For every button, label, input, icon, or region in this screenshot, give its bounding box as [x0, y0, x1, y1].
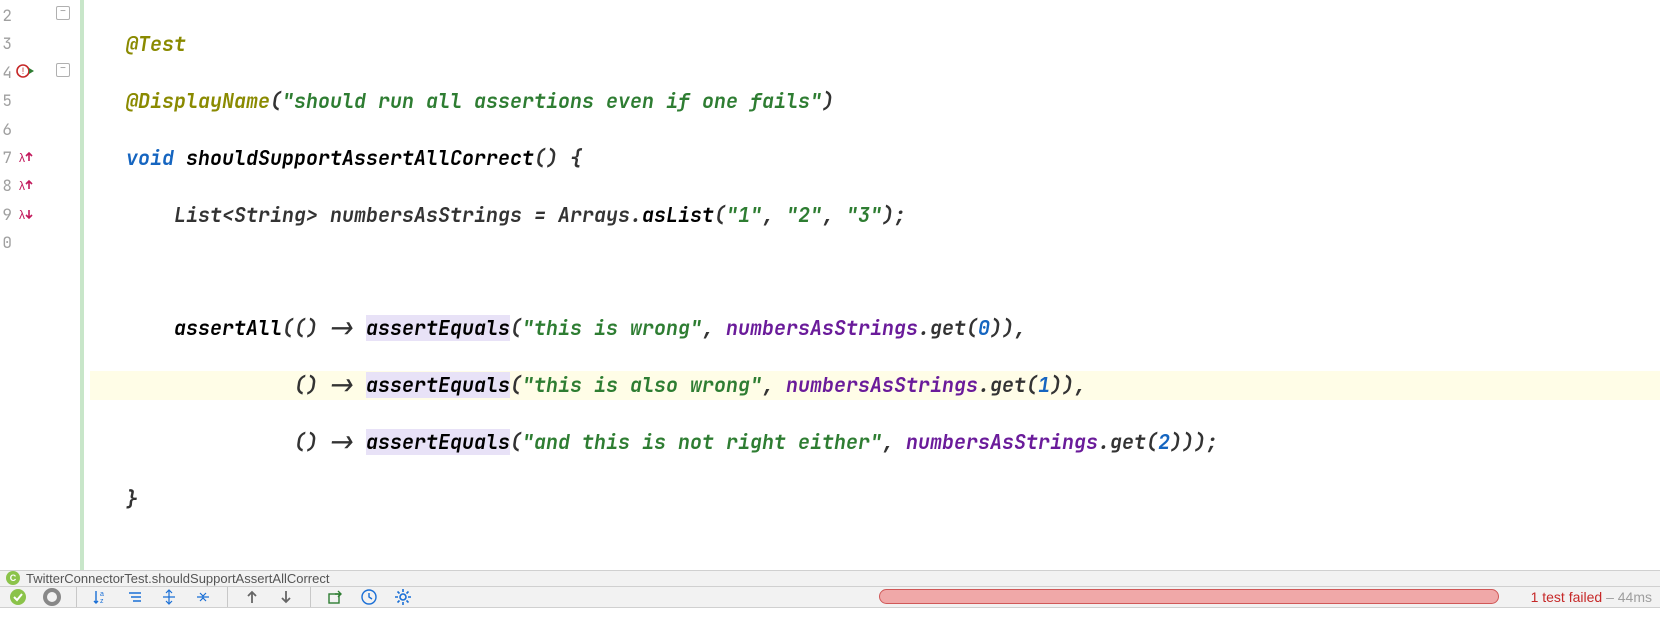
show-passed-button[interactable] — [8, 587, 28, 607]
fold-toggle-icon[interactable]: − — [56, 63, 70, 77]
history-button[interactable] — [359, 587, 379, 607]
sort-button[interactable]: az — [91, 587, 111, 607]
breadcrumb[interactable]: C TwitterConnectorTest.shouldSupportAsse… — [0, 570, 1660, 587]
class-icon: C — [6, 571, 20, 585]
run-error-icon[interactable]: ! — [16, 62, 44, 82]
breadcrumb-text: TwitterConnectorTest.shouldSupportAssert… — [26, 571, 329, 586]
vcs-change-marker — [80, 0, 84, 570]
lambda-up-icon[interactable]: λ — [16, 176, 44, 196]
svg-text:!: ! — [22, 66, 25, 76]
svg-text:λ: λ — [19, 208, 25, 222]
show-ignored-button[interactable] — [42, 587, 62, 607]
annotation-test: @Test — [126, 31, 186, 57]
fold-toggle-icon[interactable]: − — [56, 6, 70, 20]
collapse-all-button[interactable] — [193, 587, 213, 607]
code-editor[interactable]: 234567890 ! λ λ λ − − @Test @DisplayName… — [0, 0, 1660, 570]
lambda-up-icon[interactable]: λ — [16, 148, 44, 168]
svg-text:z: z — [100, 598, 104, 605]
test-output-console[interactable]: org.opentest4j.MultipleFailuresError: Mu… — [710, 608, 1660, 622]
export-results-button[interactable] — [325, 587, 345, 607]
settings-button[interactable] — [393, 587, 413, 607]
code-area[interactable]: @Test @DisplayName("should run all asser… — [90, 0, 1660, 570]
line-number-gutter: 234567890 — [0, 0, 12, 570]
lambda-down-icon[interactable]: λ — [16, 205, 44, 225]
annotation-displayname: @DisplayName — [126, 88, 270, 114]
separator — [227, 587, 228, 607]
svg-text:λ: λ — [19, 179, 25, 193]
test-status-text: 1 test failed – 44ms — [1531, 589, 1652, 605]
separator — [310, 587, 311, 607]
separator — [76, 587, 77, 607]
next-failed-button[interactable] — [276, 587, 296, 607]
svg-text:a: a — [100, 591, 104, 598]
test-toolbar: az 1 test failed – 44ms — [0, 587, 1660, 608]
test-progress-bar — [879, 589, 1499, 604]
expand-suites-button[interactable] — [125, 587, 145, 607]
svg-text:λ: λ — [19, 151, 25, 165]
fold-gutter: − − — [48, 0, 80, 570]
expand-all-button[interactable] — [159, 587, 179, 607]
prev-failed-button[interactable] — [242, 587, 262, 607]
gutter-icons: ! λ λ λ — [12, 0, 48, 570]
